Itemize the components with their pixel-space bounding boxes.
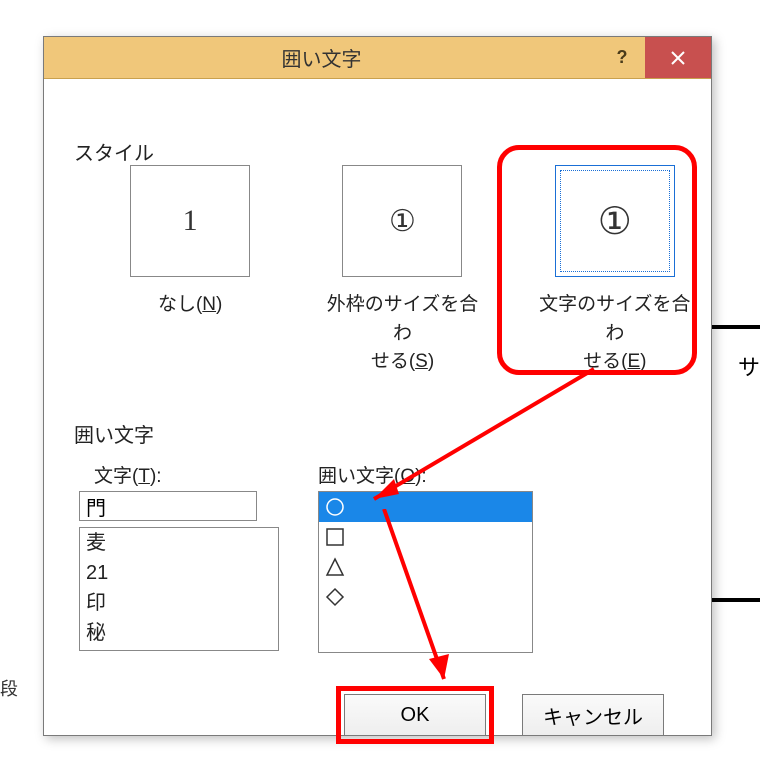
ok-button[interactable]: OK	[344, 694, 486, 736]
section-label-enclose: 囲い文字	[74, 419, 154, 448]
char-history-list[interactable]: 麦 21 印 秘	[79, 527, 279, 651]
help-button[interactable]: ?	[599, 37, 645, 78]
style-option-label: なし(N)	[158, 291, 222, 320]
style-option-none[interactable]: 1 なし(N)	[114, 165, 266, 377]
triangle-icon	[325, 557, 345, 577]
close-icon	[670, 50, 686, 66]
list-item[interactable]: 印	[80, 588, 278, 618]
dialog-title: 囲い文字	[44, 37, 599, 78]
style-option-enlarge-char[interactable]: ① 文字のサイズを合わ せる(E)	[539, 165, 691, 377]
background-text-right: サ	[738, 350, 760, 382]
style-option-label: 外枠のサイズを合わ せる(S)	[326, 291, 478, 377]
shape-item-circle[interactable]	[319, 492, 532, 522]
background-text-left: 段	[0, 675, 18, 701]
list-item[interactable]: 秘	[80, 618, 278, 648]
thumb-shrink: ①	[342, 165, 462, 277]
shape-item-square[interactable]	[319, 522, 532, 552]
list-item[interactable]: 21	[80, 558, 278, 588]
cancel-button[interactable]: キャンセル	[522, 694, 664, 736]
enclosure-shape-list[interactable]	[318, 491, 533, 653]
shape-list-label: 囲い文字(O):	[318, 461, 427, 488]
enclose-char-dialog: 囲い文字 ? スタイル 1 なし(N) ① 外枠のサイズを合わ	[43, 36, 712, 736]
char-field-label: 文字(T):	[94, 461, 162, 488]
diamond-icon	[325, 587, 345, 607]
square-icon	[325, 527, 345, 547]
titlebar: 囲い文字 ?	[44, 37, 711, 79]
shape-item-diamond[interactable]	[319, 582, 532, 612]
char-input[interactable]	[79, 491, 257, 521]
style-option-shrink-frame[interactable]: ① 外枠のサイズを合わ せる(S)	[326, 165, 478, 377]
thumb-enlarge: ①	[555, 165, 675, 277]
thumb-none: 1	[130, 165, 250, 277]
style-option-label: 文字のサイズを合わ せる(E)	[539, 291, 691, 377]
close-button[interactable]	[645, 37, 711, 78]
shape-item-triangle[interactable]	[319, 552, 532, 582]
list-item[interactable]: 麦	[80, 528, 278, 558]
section-label-style: スタイル	[74, 137, 154, 166]
circle-icon	[325, 497, 345, 517]
